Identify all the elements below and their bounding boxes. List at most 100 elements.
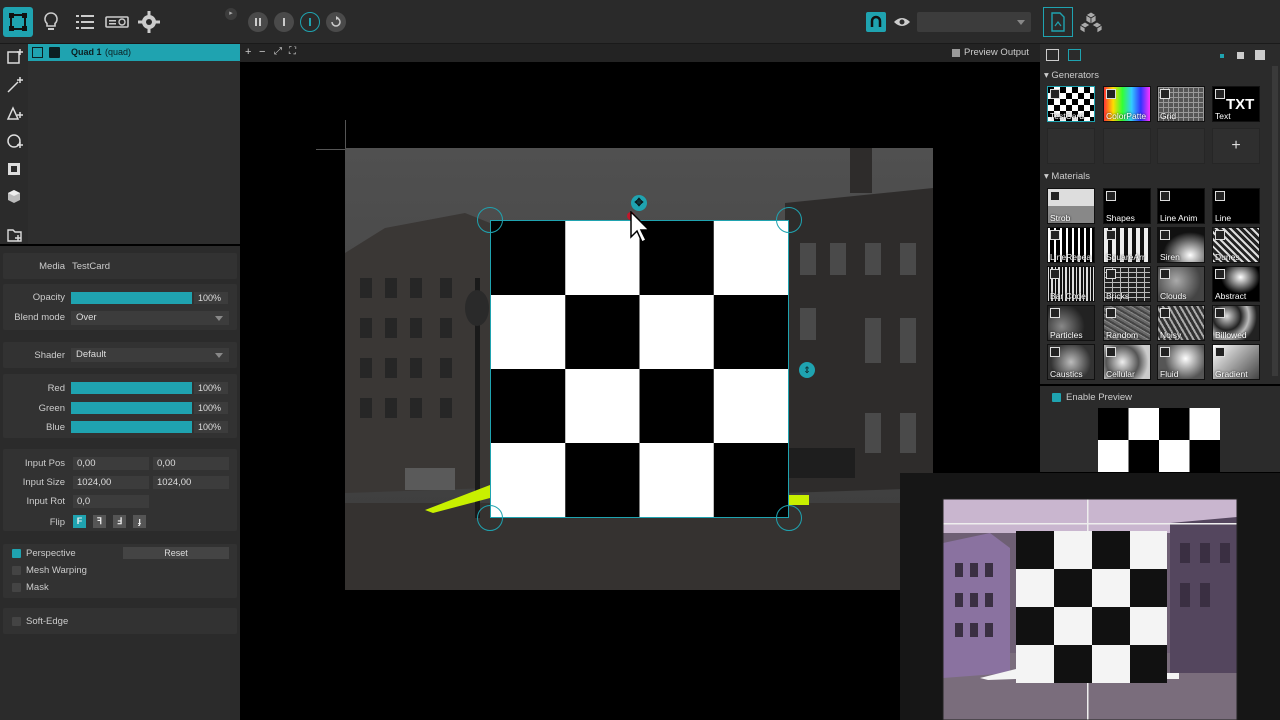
visibility-icon[interactable]	[32, 47, 43, 58]
file-icon[interactable]	[1043, 7, 1073, 37]
material-clouds[interactable]: Clouds	[1157, 266, 1205, 302]
collapse-icon[interactable]: ▸	[225, 8, 237, 20]
material-line-anim[interactable]: Line Anim	[1157, 188, 1205, 224]
material-strob[interactable]: Strob	[1047, 188, 1095, 224]
input-size-h[interactable]: 1024,00	[153, 476, 229, 489]
mapping-icon[interactable]	[3, 7, 33, 37]
material-noisy[interactable]: Noisy	[1157, 305, 1205, 341]
flip-hv-button[interactable]: ɟ	[133, 515, 146, 528]
green-slider[interactable]	[71, 402, 192, 414]
size-large-icon[interactable]	[1255, 50, 1265, 60]
material-particles[interactable]: Particles	[1047, 305, 1095, 341]
material-barcode[interactable]: Bar Code	[1047, 266, 1095, 302]
magnet-icon[interactable]	[866, 12, 886, 32]
cubes-icon[interactable]	[1076, 7, 1106, 37]
shader-select[interactable]: Default	[71, 348, 229, 362]
add-triangle-icon[interactable]	[6, 104, 24, 122]
output-select[interactable]	[917, 12, 1031, 32]
flip-h-button[interactable]: ꟻ	[93, 515, 106, 528]
size-medium-icon[interactable]	[1237, 52, 1244, 59]
material-squarearray[interactable]: SquareArr	[1103, 227, 1151, 263]
add-3d-icon[interactable]	[6, 188, 24, 206]
zoom-out-button[interactable]: −	[259, 46, 265, 58]
materials-header[interactable]: ▾ Materials	[1044, 171, 1090, 182]
mesh-checkbox[interactable]	[12, 566, 21, 575]
material-abstract[interactable]: Abstract	[1212, 266, 1260, 302]
layer-row-quad-1[interactable]: Quad 1 (quad)	[28, 44, 240, 61]
blue-slider[interactable]	[71, 421, 192, 433]
thumb-label: Strob	[1050, 213, 1071, 223]
reset-button[interactable]: Reset	[123, 547, 229, 559]
add-generator-button[interactable]: +	[1212, 128, 1260, 164]
stop-icon[interactable]	[274, 12, 294, 32]
red-slider[interactable]	[71, 382, 192, 394]
flip-none-button[interactable]: F	[73, 515, 86, 528]
softedge-checkbox[interactable]	[12, 617, 21, 626]
fit-button[interactable]: ⤢	[274, 46, 282, 57]
material-gradient[interactable]: Gradient	[1212, 344, 1260, 380]
projector-icon[interactable]	[102, 7, 132, 37]
material-linerepeat[interactable]: LineRepea	[1047, 227, 1095, 263]
generator-colorpattern[interactable]: ColorPatte	[1103, 86, 1151, 122]
quad-surface[interactable]	[490, 220, 789, 518]
material-cellular[interactable]: Cellular	[1103, 344, 1151, 380]
opacity-slider[interactable]	[71, 292, 192, 304]
gear-icon[interactable]	[134, 7, 164, 37]
material-fluid[interactable]: Fluid	[1157, 344, 1205, 380]
material-random[interactable]: Random	[1103, 305, 1151, 341]
perspective-checkbox[interactable]	[12, 549, 21, 558]
image-view-icon[interactable]	[1068, 49, 1081, 61]
input-size-w[interactable]: 1024,00	[73, 476, 149, 489]
material-line[interactable]: Line	[1212, 188, 1260, 224]
fullscreen-button[interactable]: ⛶	[289, 46, 296, 57]
guide-line	[345, 120, 346, 150]
add-circle-icon[interactable]	[6, 132, 24, 150]
mask-checkbox[interactable]	[12, 583, 21, 592]
opacity-value[interactable]: 100%	[194, 292, 228, 304]
corner-handle-bottom-right[interactable]	[776, 505, 802, 531]
input-rot-label: Input Rot	[26, 496, 65, 507]
input-pos-y[interactable]: 0,00	[153, 457, 229, 470]
material-shapes[interactable]: Shapes	[1103, 188, 1151, 224]
generator-grid[interactable]: Grid	[1157, 86, 1205, 122]
generator-text[interactable]: TXT Text	[1212, 86, 1260, 122]
blue-value[interactable]: 100%	[194, 421, 228, 433]
lock-icon[interactable]	[49, 47, 60, 58]
enable-preview-checkbox[interactable]	[1052, 393, 1061, 402]
play-preview-icon	[1050, 269, 1060, 279]
bulb-icon[interactable]	[36, 7, 66, 37]
edge-handle-icon[interactable]: ⇕	[799, 362, 815, 378]
add-line-icon[interactable]	[6, 76, 24, 94]
add-media-icon[interactable]	[6, 226, 24, 244]
green-value[interactable]: 100%	[194, 402, 228, 414]
scrollbar[interactable]	[1272, 66, 1278, 376]
list-view-icon[interactable]	[1046, 49, 1059, 61]
add-quad-icon[interactable]	[6, 48, 24, 66]
generator-testcard[interactable]: TestCard	[1047, 86, 1095, 122]
material-billowed[interactable]: Billowed	[1212, 305, 1260, 341]
material-siren[interactable]: Siren	[1157, 227, 1205, 263]
rewind-icon[interactable]	[326, 12, 346, 32]
material-bricks[interactable]: Bricks	[1103, 266, 1151, 302]
generators-header[interactable]: ▾ Generators	[1044, 70, 1099, 81]
play-icon[interactable]	[300, 12, 320, 32]
corner-handle-top-right[interactable]	[776, 207, 802, 233]
pause-icon[interactable]	[248, 12, 268, 32]
material-caustics[interactable]: Caustics	[1047, 344, 1095, 380]
media-value[interactable]: TestCard	[72, 261, 110, 272]
zoom-in-button[interactable]: +	[245, 46, 251, 58]
corner-handle-bottom-left[interactable]	[477, 505, 503, 531]
corner-handle-top-left[interactable]	[477, 207, 503, 233]
blend-select[interactable]: Over	[71, 311, 229, 325]
preview-output-checkbox[interactable]	[952, 49, 960, 57]
size-small-icon[interactable]	[1220, 54, 1224, 58]
add-mask-icon[interactable]	[6, 160, 24, 178]
list-icon[interactable]	[70, 7, 100, 37]
input-rot-value[interactable]: 0,0	[73, 495, 149, 508]
red-value[interactable]: 100%	[194, 382, 228, 394]
flip-v-button[interactable]: Ⅎ	[113, 515, 126, 528]
input-pos-x[interactable]: 0,00	[73, 457, 149, 470]
move-handle-icon[interactable]: ✥	[631, 195, 647, 211]
eye-icon[interactable]	[891, 12, 913, 32]
material-dunes[interactable]: Dunes	[1212, 227, 1260, 263]
